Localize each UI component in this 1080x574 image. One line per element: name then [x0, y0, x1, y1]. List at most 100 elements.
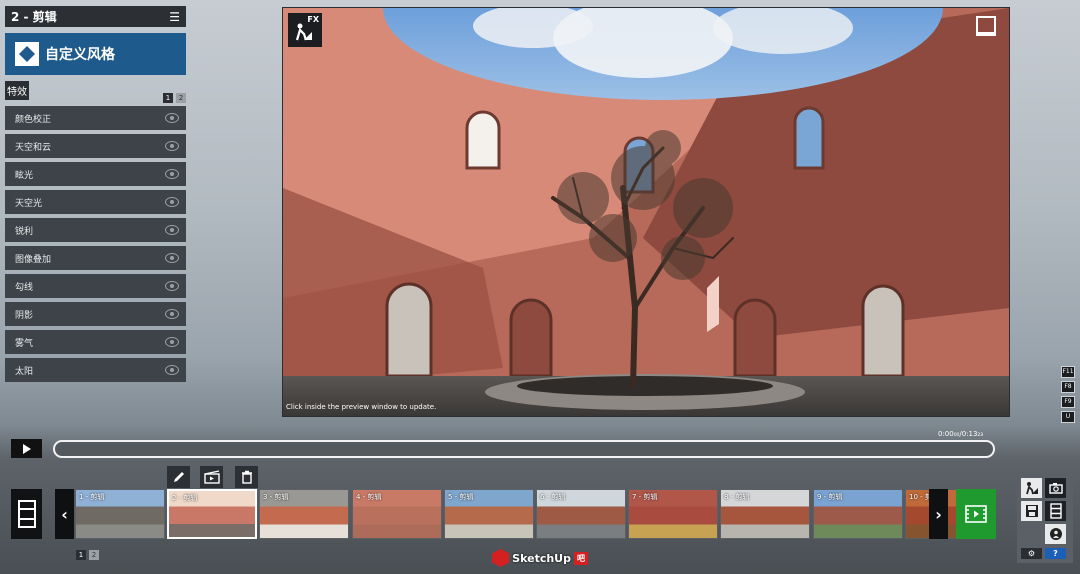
- key-f11[interactable]: F11: [1061, 366, 1075, 378]
- play-button[interactable]: [11, 439, 42, 458]
- scene-thumbnail[interactable]: 1 - 剪辑: [75, 489, 165, 539]
- effect-item-shadow[interactable]: 阴影: [5, 302, 186, 326]
- logo-badge: 吧: [574, 551, 588, 565]
- scene-thumbnail-label: 8 - 剪辑: [724, 493, 750, 501]
- effect-label: 阴影: [15, 310, 34, 321]
- effect-item-sun[interactable]: 太阳: [5, 358, 186, 382]
- scene-thumbnail[interactable]: 2 - 剪辑: [167, 489, 257, 539]
- filmstrip-page-1[interactable]: 1: [76, 550, 86, 560]
- effect-label: 锐利: [15, 226, 34, 237]
- scene-preview-button[interactable]: [200, 466, 223, 488]
- scene-thumbnail[interactable]: 3 - 剪辑: [259, 489, 349, 539]
- delete-scene-button[interactable]: [235, 466, 258, 488]
- scene-thumbnail-label: 2 - 剪辑: [172, 494, 198, 502]
- scene-thumbnail-label: 4 - 剪辑: [356, 493, 382, 501]
- effect-label: 天空光: [15, 198, 43, 209]
- add-clip-icon: [965, 505, 987, 523]
- logo-text: SketchUp: [512, 551, 571, 565]
- snapshot-button[interactable]: [1045, 478, 1066, 498]
- effects-page-1[interactable]: 1: [163, 93, 173, 103]
- camera-icon: [1048, 483, 1063, 494]
- scroll-right-button[interactable]: ›: [929, 489, 948, 539]
- eye-icon[interactable]: [165, 113, 179, 123]
- scene-thumbnail-label: 5 - 剪辑: [448, 493, 474, 501]
- eye-icon[interactable]: [165, 169, 179, 179]
- scene-title-bar: 2 - 剪辑 ☰: [5, 6, 186, 27]
- pencil-icon: [173, 472, 184, 482]
- movie-mode-button[interactable]: [1045, 501, 1066, 521]
- effects-list: 颜色校正 天空和云 眩光 天空光 锐利 图像叠加 勾线 阴影 雾气 太阳: [5, 106, 186, 386]
- worker-icon: [295, 23, 312, 41]
- scene-thumbnail-label: 3 - 剪辑: [263, 493, 289, 501]
- edit-scene-button[interactable]: [167, 466, 190, 488]
- eye-icon[interactable]: [165, 281, 179, 291]
- time-readout: 0:00₀₀/0:13₂₃: [938, 430, 984, 438]
- logo-cube-icon: [492, 549, 510, 567]
- mode-controls: ⚙ ?: [1017, 473, 1073, 563]
- eye-icon[interactable]: [165, 141, 179, 151]
- fx-toggle-button[interactable]: FX: [288, 13, 322, 47]
- eye-icon[interactable]: [165, 225, 179, 235]
- scene-thumbnail[interactable]: 8 - 剪辑: [720, 489, 810, 539]
- tab-effects[interactable]: 特效: [5, 81, 29, 100]
- eye-icon[interactable]: [165, 253, 179, 263]
- effect-item-color-correction[interactable]: 颜色校正: [5, 106, 186, 130]
- settings-gear-icon[interactable]: ⚙: [1021, 548, 1042, 559]
- effect-label: 雾气: [15, 338, 34, 349]
- fullscreen-icon[interactable]: [976, 16, 996, 36]
- effect-item-skylight[interactable]: 天空光: [5, 190, 186, 214]
- effect-item-sharpen[interactable]: 锐利: [5, 218, 186, 242]
- key-f8[interactable]: F8: [1061, 381, 1075, 393]
- eye-icon[interactable]: [165, 337, 179, 347]
- scroll-left-button[interactable]: ‹: [55, 489, 74, 539]
- effect-label: 勾线: [15, 282, 34, 293]
- clapper-icon: [203, 470, 220, 484]
- effect-item-glare[interactable]: 眩光: [5, 162, 186, 186]
- effect-item-outline[interactable]: 勾线: [5, 274, 186, 298]
- eye-icon[interactable]: [165, 365, 179, 375]
- effects-pager: 1 2: [163, 93, 186, 103]
- effect-label: 图像叠加: [15, 254, 52, 265]
- key-f9[interactable]: F9: [1061, 396, 1075, 408]
- render-mode-button[interactable]: [1021, 478, 1042, 498]
- scene-thumbnail-label: 9 - 剪辑: [817, 493, 843, 501]
- scene-thumbnail[interactable]: 9 - 剪辑: [813, 489, 903, 539]
- style-title: 自定义风格: [45, 47, 115, 63]
- add-scene-button[interactable]: [956, 489, 996, 539]
- effect-label: 颜色校正: [15, 114, 52, 125]
- scene-thumbnail-label: 1 - 剪辑: [79, 493, 105, 501]
- effect-label: 眩光: [15, 170, 34, 181]
- scene-thumbnail[interactable]: 6 - 剪辑: [536, 489, 626, 539]
- effect-label: 太阳: [15, 366, 34, 377]
- eye-icon[interactable]: [165, 309, 179, 319]
- effect-item-fog[interactable]: 雾气: [5, 330, 186, 354]
- trash-icon: [241, 470, 252, 484]
- filmstrip-page-2[interactable]: 2: [89, 550, 99, 560]
- scene-title: 2 - 剪辑: [11, 10, 57, 24]
- style-header[interactable]: 自定义风格: [5, 33, 186, 75]
- filmstrip-icon[interactable]: [11, 489, 42, 539]
- save-button[interactable]: [1021, 501, 1042, 521]
- eye-icon[interactable]: [165, 197, 179, 207]
- worker-icon: [1025, 482, 1038, 495]
- preview-window[interactable]: [282, 7, 1010, 417]
- shortcut-keys: F11 F8 F9 U: [1061, 366, 1075, 423]
- effect-label: 天空和云: [15, 142, 52, 153]
- panorama-button[interactable]: [1045, 524, 1066, 544]
- scene-thumbnail[interactable]: 5 - 剪辑: [444, 489, 534, 539]
- scene-thumbnail[interactable]: 7 - 剪辑: [628, 489, 718, 539]
- key-u[interactable]: U: [1061, 411, 1075, 423]
- effects-page-2[interactable]: 2: [176, 93, 186, 103]
- sketchup-logo: SketchUp 吧: [492, 545, 588, 571]
- chevron-left-icon: ‹: [61, 504, 68, 524]
- preview-render: [283, 8, 1009, 416]
- menu-icon[interactable]: ☰: [169, 10, 180, 24]
- effect-item-image-overlay[interactable]: 图像叠加: [5, 246, 186, 270]
- film-icon: [1049, 503, 1062, 519]
- effect-item-sky-clouds[interactable]: 天空和云: [5, 134, 186, 158]
- help-button[interactable]: ?: [1045, 548, 1066, 559]
- globe-person-icon: [1049, 528, 1062, 540]
- timeline-track[interactable]: [53, 440, 995, 458]
- scene-thumbnail[interactable]: 4 - 剪辑: [352, 489, 442, 539]
- scene-thumbnail-label: 7 - 剪辑: [632, 493, 658, 501]
